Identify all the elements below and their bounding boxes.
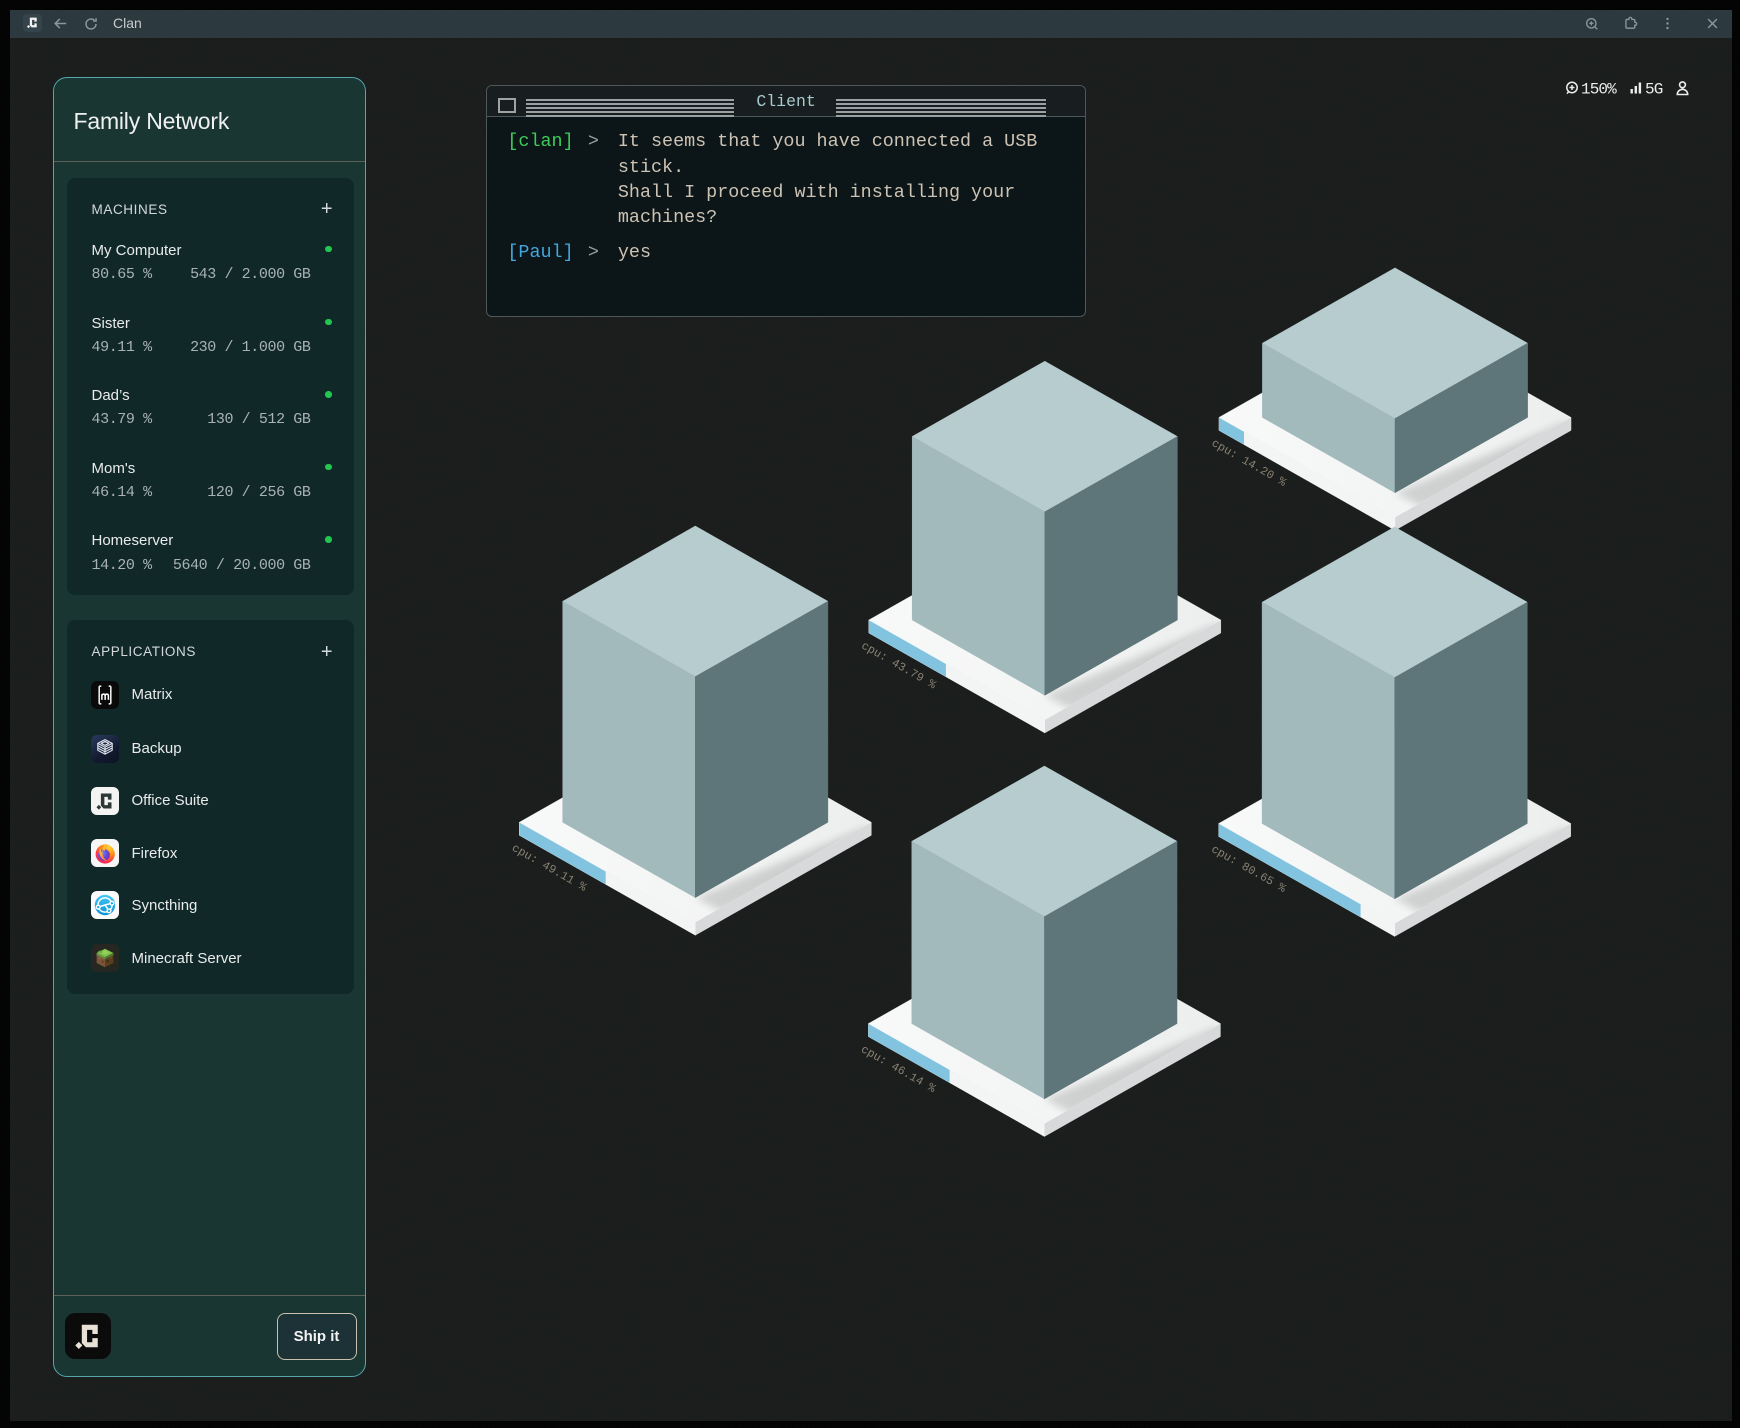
svg-text:5G: 5G bbox=[1645, 81, 1663, 99]
svg-text:150%: 150% bbox=[1581, 81, 1617, 99]
